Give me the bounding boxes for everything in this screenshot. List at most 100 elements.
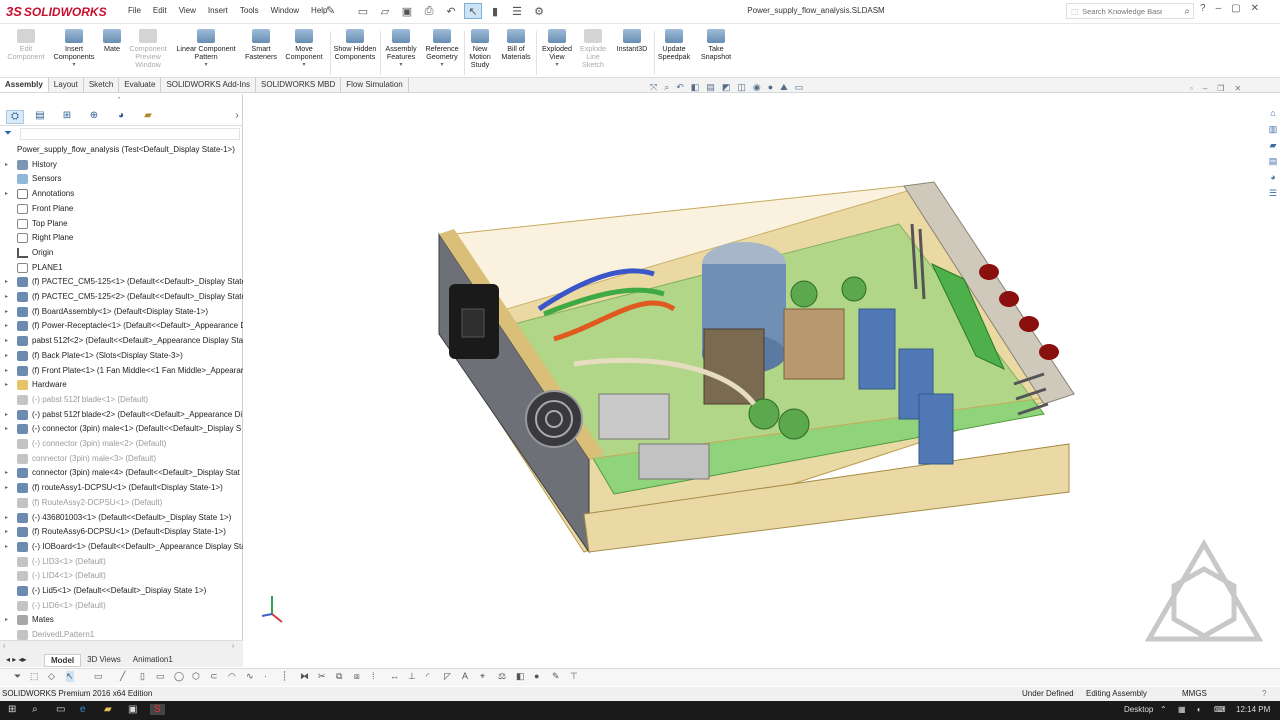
expand-arrow-icon[interactable]: ▸ xyxy=(5,349,13,363)
display-style-icon[interactable]: ◫ xyxy=(737,82,746,93)
help-icon[interactable]: ? xyxy=(1200,3,1206,14)
flow-simulation-tab-icon[interactable]: ▰ xyxy=(139,110,157,124)
store-icon[interactable]: ▣ xyxy=(128,704,137,715)
component-preview-window-button[interactable]: Component Preview Window xyxy=(126,29,170,69)
help-icon[interactable]: ? xyxy=(1262,687,1266,701)
volume-icon[interactable]: ◖ xyxy=(1196,705,1201,714)
edit-component-button[interactable]: Edit Component xyxy=(6,29,46,61)
task-view-icon[interactable]: ▭ xyxy=(56,704,65,715)
box-select-icon[interactable]: ▭ xyxy=(94,671,103,682)
expand-arrow-icon[interactable]: ▸ xyxy=(5,540,13,554)
exploded-view-button[interactable]: Exploded View ▾ xyxy=(538,29,576,69)
expand-arrow-icon[interactable]: ▸ xyxy=(5,481,13,495)
tab-flow-simulation[interactable]: Flow Simulation xyxy=(341,78,409,92)
propertymanager-tab-icon[interactable]: ▤ xyxy=(31,110,49,124)
menu-window[interactable]: Window xyxy=(265,6,305,15)
view-orientation-icon[interactable]: ◩ xyxy=(722,82,731,93)
sketch-icon[interactable]: ✎ xyxy=(552,671,560,682)
tab-evaluate[interactable]: Evaluate xyxy=(119,78,162,92)
select-arrow-icon[interactable]: ↖ xyxy=(66,671,74,682)
apply-scene-icon[interactable]: ⛰ xyxy=(780,82,788,93)
tree-root-assembly[interactable]: Power_supply_flow_analysis (Test<Default… xyxy=(0,143,243,157)
move-component-button[interactable]: Move Component ▾ xyxy=(282,29,326,69)
convert-entities-icon[interactable]: ⧉ xyxy=(336,671,342,682)
pin-icon[interactable]: ✎ xyxy=(326,4,335,17)
close-button[interactable]: ✕ xyxy=(1251,3,1259,14)
bill-of-materials-button[interactable]: Bill of Materials xyxy=(498,29,534,61)
new-document-icon[interactable]: ▭ xyxy=(354,3,372,19)
hide-show-items-icon[interactable]: ◉ xyxy=(753,82,761,93)
tree-item[interactable]: Front Plane xyxy=(0,202,243,216)
minimize-button[interactable]: – xyxy=(1216,3,1222,14)
menu-tools[interactable]: Tools xyxy=(234,6,265,15)
tree-item[interactable]: ▸ (f) routeAssy1-DCPSU<1> (Default<Displa… xyxy=(0,481,243,495)
network-icon[interactable]: ▦ xyxy=(1178,705,1186,714)
expand-arrow-icon[interactable]: ▸ xyxy=(5,334,13,348)
tree-item[interactable]: ▸ (f) Front Plate<1> (1 Fan Middle<<1 Fan… xyxy=(0,364,243,378)
corner-rectangle-icon[interactable]: ▯ xyxy=(140,671,145,682)
expand-arrow-icon[interactable]: ▸ xyxy=(5,466,13,480)
tree-item[interactable]: (-) LID4<1> (Default) xyxy=(0,569,243,583)
mirror-icon[interactable]: ⧓ xyxy=(300,671,309,682)
tree-item[interactable]: ▸ connector (3pin) male<4> (Default<<Defa… xyxy=(0,466,243,480)
tray-chevron-icon[interactable]: ⌃ xyxy=(1160,705,1167,714)
expand-arrow-icon[interactable]: ▸ xyxy=(5,275,13,289)
undo-icon[interactable]: ↶ xyxy=(442,3,460,19)
section-view-icon[interactable]: ◧ xyxy=(691,82,700,93)
filter-icon[interactable]: ⏷ xyxy=(14,671,21,682)
expand-arrow-icon[interactable]: ▸ xyxy=(5,319,13,333)
panel-scrollbar[interactable]: ‹ › xyxy=(0,640,243,654)
menu-file[interactable]: File xyxy=(122,6,147,15)
menu-view[interactable]: View xyxy=(173,6,202,15)
appearances-icon[interactable]: ◕ xyxy=(1267,172,1279,186)
tree-item[interactable]: ▸ History xyxy=(0,158,243,172)
tree-item[interactable]: ▸ Mates xyxy=(0,613,243,627)
expand-arrow-icon[interactable]: ▸ xyxy=(5,187,13,201)
smart-fasteners-button[interactable]: Smart Fasteners xyxy=(242,29,280,61)
maximize-button[interactable]: ▢ xyxy=(1231,3,1240,14)
tree-item[interactable]: ▸ (f) BoardAssembly<1> (Default<Display S… xyxy=(0,305,243,319)
expand-arrow-icon[interactable]: ▸ xyxy=(5,158,13,172)
save-icon[interactable]: ▣ xyxy=(398,3,416,19)
chamfer-icon[interactable]: ◸ xyxy=(444,671,451,682)
take-snapshot-button[interactable]: Take Snapshot xyxy=(696,29,736,61)
status-units[interactable]: MMGS xyxy=(1182,687,1207,701)
tree-item[interactable]: ▸ (-) connector (3pin) male<1> (Default<<… xyxy=(0,422,243,436)
expand-arrow-icon[interactable]: ▸ xyxy=(5,290,13,304)
section-icon[interactable]: ◧ xyxy=(516,671,525,682)
dropdown-arrow-icon[interactable]: ▾ xyxy=(50,61,98,69)
mass-properties-icon[interactable]: ⚖ xyxy=(498,671,506,682)
viewport-close-icon[interactable]: ✕ xyxy=(1234,84,1241,93)
tree-item[interactable]: ▸ (-) IOBoard<1> (Default<<Default>_Appea… xyxy=(0,540,243,554)
expand-arrow-icon[interactable]: ▸ xyxy=(5,305,13,319)
trim-icon[interactable]: ✂ xyxy=(318,671,326,682)
search-input[interactable] xyxy=(1082,6,1163,16)
dropdown-arrow-icon[interactable]: ▾ xyxy=(282,61,326,69)
tree-item[interactable]: ▸ (f) Back Plate<1> (Slots<Display State-… xyxy=(0,349,243,363)
tree-item[interactable]: ▸ (-) 436801003<1> (Default<<Default>_Dis… xyxy=(0,511,243,525)
tab-solidworks-add-ins[interactable]: SOLIDWORKS Add-Ins xyxy=(161,78,257,92)
polygon-icon[interactable]: ⬡ xyxy=(192,671,200,682)
update-speedpak-button[interactable]: Update Speedpak xyxy=(654,29,694,61)
tab-assembly[interactable]: Assembly xyxy=(0,78,49,92)
clock[interactable]: 12:14 PM xyxy=(1236,705,1270,714)
featuremanager-tab-icon[interactable]: ⛭ xyxy=(6,110,24,124)
open-icon[interactable]: ▱ xyxy=(376,3,394,19)
tree-item[interactable]: ▸ (f) PACTEC_CM5-125<1> (Default<<Default… xyxy=(0,275,243,289)
point-icon[interactable]: · xyxy=(264,671,267,681)
linear-component-pattern-button[interactable]: Linear Component Pattern ▾ xyxy=(172,29,240,69)
knowledge-base-search[interactable]: ⬚ ⌕ xyxy=(1066,3,1194,19)
edge-browser-icon[interactable]: e xyxy=(80,704,86,715)
tab-solidworks-mbd[interactable]: SOLIDWORKS MBD xyxy=(256,78,342,92)
scroll-left-icon[interactable]: ‹ xyxy=(3,643,5,650)
tree-item[interactable]: ▸ (f) Power-Receptacle<1> (Default<<Defau… xyxy=(0,319,243,333)
slot-icon[interactable]: ⊂ xyxy=(210,671,218,682)
design-library-icon[interactable]: ▰ xyxy=(1267,140,1279,154)
search-icon[interactable]: ⌕ xyxy=(32,704,38,715)
viewport-cascade-icon[interactable]: ❐ xyxy=(1217,84,1224,93)
home-icon[interactable]: ⌂ xyxy=(1267,108,1279,122)
solidworks-logo[interactable]: 3S SOLIDWORKS xyxy=(6,4,107,19)
scroll-right-icon[interactable]: › xyxy=(232,643,234,650)
options-gear-icon[interactable]: ⚙ xyxy=(530,3,548,19)
print-icon[interactable]: ⎙ xyxy=(420,3,438,19)
